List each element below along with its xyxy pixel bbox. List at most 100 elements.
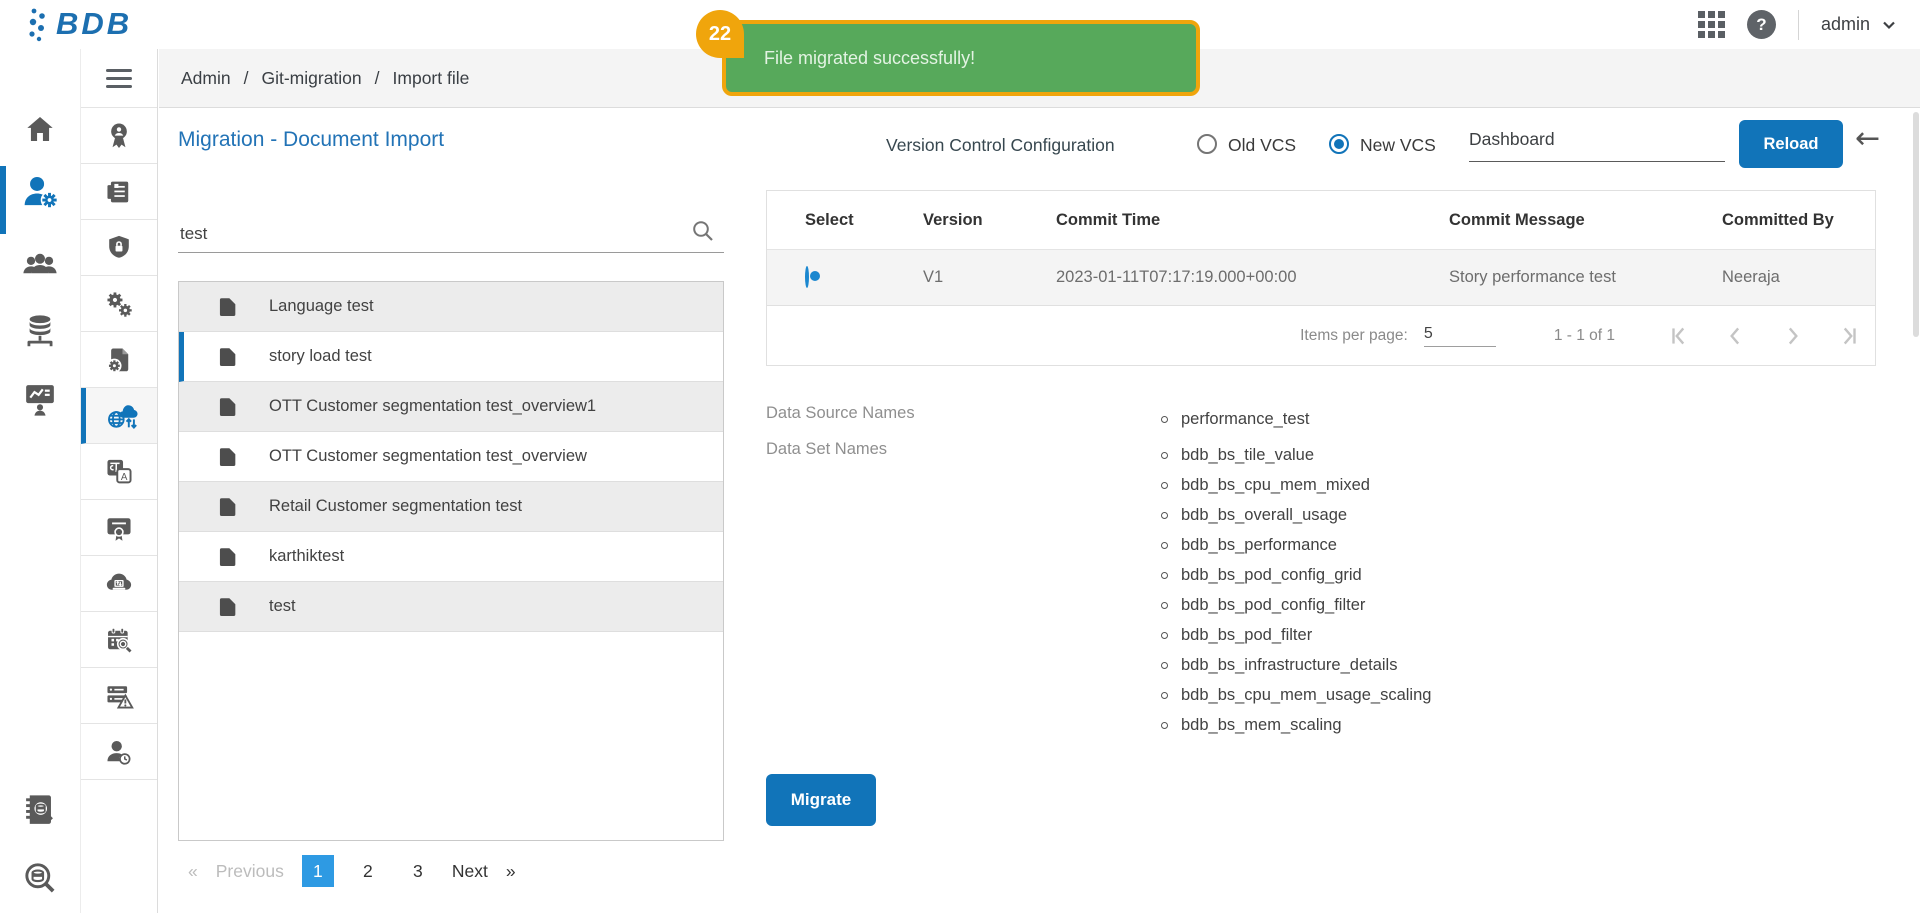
sidebar-item-server-monitor[interactable] — [81, 668, 157, 724]
reload-button[interactable]: Reload — [1739, 120, 1843, 168]
nav-data-search[interactable] — [0, 859, 80, 897]
version-radio[interactable] — [805, 266, 809, 288]
app-window: BDB admin 22 File migrated successfully! — [0, 0, 1920, 913]
page-1[interactable]: 1 — [302, 855, 334, 887]
back-arrow-icon[interactable] — [1855, 121, 1880, 156]
nav-home[interactable] — [0, 113, 80, 145]
sidebar-item-license[interactable] — [81, 500, 157, 556]
logo-dots-icon — [26, 5, 52, 43]
list-item[interactable]: Language test — [179, 282, 723, 332]
bdb-logo[interactable]: BDB — [26, 5, 132, 43]
book-search-icon — [21, 791, 59, 829]
toast-message: File migrated successfully! — [764, 48, 975, 69]
primary-sidebar: 4 — [0, 49, 80, 913]
calendar-search-icon — [104, 625, 134, 655]
user-clock-icon — [104, 737, 134, 767]
data-source-names-label: Data Source Names — [766, 404, 1161, 434]
list-item[interactable]: OTT Customer segmentation test_overview1 — [179, 382, 723, 432]
prev-page-icon[interactable] — [1723, 323, 1749, 349]
cell-version: V1 — [923, 268, 1056, 287]
user-gear-icon — [21, 173, 59, 211]
sidebar-item-user-certification[interactable] — [81, 108, 157, 164]
nav-dashboards[interactable] — [0, 381, 80, 417]
help-icon[interactable] — [1747, 10, 1776, 39]
next-page-link[interactable]: Next — [452, 861, 488, 882]
breadcrumb-separator: / — [375, 68, 380, 89]
document-name: Language test — [269, 297, 374, 316]
sidebar-item-billing[interactable] — [81, 164, 157, 220]
breadcrumb-import-file[interactable]: Import file — [393, 68, 470, 89]
sidebar-item-user-sessions[interactable] — [81, 724, 157, 780]
breadcrumb-admin[interactable]: Admin — [181, 68, 231, 89]
list-item[interactable]: test — [179, 582, 723, 632]
list-item[interactable]: Retail Customer segmentation test — [179, 482, 723, 532]
sidebar-item-data-sync[interactable] — [81, 556, 157, 612]
document-name: OTT Customer segmentation test_overview1 — [269, 397, 596, 416]
document-gear-icon — [104, 345, 134, 375]
nav-audit-log[interactable] — [0, 791, 80, 829]
sidebar-item-scheduler[interactable] — [81, 612, 157, 668]
branch-select-value: Dashboard — [1469, 129, 1555, 150]
bullet-icon — [1161, 416, 1168, 423]
sidebar-item-git-migration[interactable] — [81, 388, 157, 444]
old-vcs-label[interactable]: Old VCS — [1228, 135, 1296, 156]
search-input[interactable] — [180, 224, 660, 244]
invoice-icon — [104, 177, 134, 207]
last-page-icon[interactable] — [1835, 323, 1861, 349]
laquo[interactable]: « — [188, 861, 198, 882]
items-per-page-select[interactable]: 5 — [1424, 325, 1496, 347]
data-set-name: bdb_bs_overall_usage — [1181, 506, 1347, 525]
sidebar-item-configurations[interactable] — [81, 276, 157, 332]
cell-commit-time: 2023-01-11T07:17:19.000+00:00 — [1056, 268, 1449, 287]
nav-data[interactable] — [0, 313, 80, 349]
list-item[interactable]: karthiktest — [179, 532, 723, 582]
bullet-icon — [1161, 722, 1168, 729]
items-per-page-label: Items per page: — [1300, 327, 1408, 345]
nav-users[interactable] — [0, 247, 80, 283]
sidebar-item-security[interactable] — [81, 220, 157, 276]
raquo[interactable]: » — [506, 861, 516, 882]
previous-page-link[interactable]: Previous — [216, 861, 284, 882]
cloud-sync-icon — [103, 569, 135, 599]
data-set-name: bdb_bs_cpu_mem_mixed — [1181, 476, 1370, 495]
next-page-icon[interactable] — [1779, 323, 1805, 349]
list-item-selected[interactable]: story load test — [179, 332, 723, 382]
versions-table: Select Version Commit Time Commit Messag… — [766, 190, 1876, 306]
breadcrumb-separator: / — [244, 68, 249, 89]
migrate-button[interactable]: Migrate — [766, 774, 876, 826]
first-page-icon[interactable] — [1667, 323, 1693, 349]
branch-select[interactable]: Dashboard — [1469, 118, 1725, 162]
search-icon[interactable] — [690, 218, 716, 244]
bullet-icon — [1161, 692, 1168, 699]
data-set-name: bdb_bs_pod_config_grid — [1181, 566, 1362, 585]
nav-admin[interactable] — [0, 173, 80, 211]
page-2[interactable]: 2 — [352, 855, 384, 887]
col-select: Select — [767, 211, 923, 230]
paginator-range: 1 - 1 of 1 — [1554, 327, 1615, 345]
gears-icon — [104, 289, 134, 319]
sidebar-item-languages[interactable]: A — [81, 444, 157, 500]
document-name: OTT Customer segmentation test_overview — [269, 447, 587, 466]
document-name: test — [269, 597, 296, 616]
sidebar-item-form-settings[interactable] — [81, 332, 157, 388]
bullet-icon — [1161, 482, 1168, 489]
old-vcs-radio[interactable] — [1197, 134, 1217, 154]
menu-toggle[interactable] — [81, 49, 157, 108]
page-title: Migration - Document Import — [178, 128, 444, 152]
new-vcs-radio[interactable] — [1329, 134, 1349, 154]
table-paginator: Items per page: 5 1 - 1 of 1 — [766, 306, 1876, 366]
new-vcs-label[interactable]: New VCS — [1360, 135, 1436, 156]
page-3[interactable]: 3 — [402, 855, 434, 887]
user-menu[interactable]: admin — [1821, 14, 1898, 35]
data-set-name: bdb_bs_performance — [1181, 536, 1337, 555]
breadcrumb-git-migration[interactable]: Git-migration — [261, 68, 361, 89]
data-set-name: bdb_bs_pod_config_filter — [1181, 596, 1365, 615]
bullet-icon — [1161, 542, 1168, 549]
data-set-list: bdb_bs_tile_value bdb_bs_cpu_mem_mixed b… — [1161, 440, 1431, 740]
dashboard-person-icon — [22, 381, 58, 417]
scrollbar-thumb[interactable] — [1913, 112, 1919, 337]
list-item[interactable]: OTT Customer segmentation test_overview — [179, 432, 723, 482]
apps-grid-icon[interactable] — [1698, 11, 1725, 38]
table-header-row: Select Version Commit Time Commit Messag… — [767, 191, 1875, 249]
username-label: admin — [1821, 14, 1870, 35]
